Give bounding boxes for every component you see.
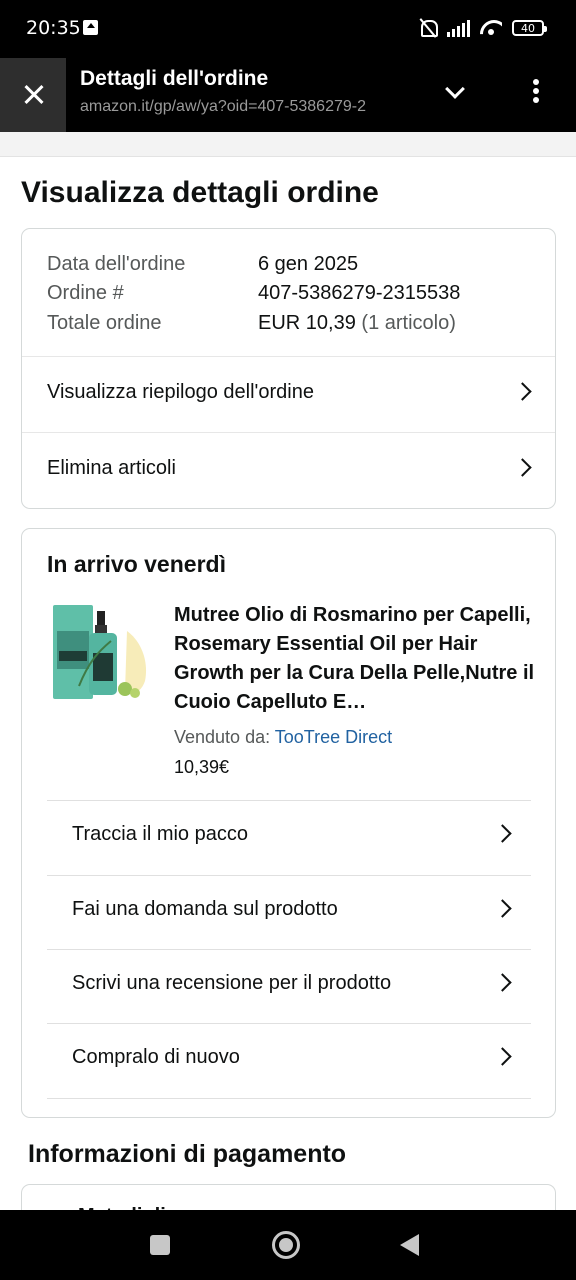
back-button[interactable] bbox=[400, 1234, 419, 1256]
chevron-right-icon bbox=[513, 458, 532, 477]
chevron-right-icon bbox=[493, 1047, 512, 1066]
seller-link[interactable]: TooTree Direct bbox=[275, 727, 392, 747]
product-image[interactable] bbox=[49, 601, 153, 705]
chevron-down-icon[interactable] bbox=[445, 79, 465, 99]
chevron-right-icon bbox=[493, 899, 512, 918]
chevron-right-icon bbox=[493, 824, 512, 843]
battery-level: 40 bbox=[521, 21, 535, 35]
payment-section-title: Informazioni di pagamento bbox=[28, 1140, 347, 1168]
write-review-label: Scrivi una recensione per il prodotto bbox=[72, 972, 392, 994]
browser-url[interactable]: amazon.it/gp/aw/ya?oid=407-5386279-2 bbox=[80, 98, 416, 116]
order-date-label: Data dell'ordine bbox=[47, 253, 186, 275]
order-total-value: EUR 10,39 (1 articolo) bbox=[258, 312, 456, 335]
track-package-link[interactable]: Traccia il mio pacco bbox=[47, 801, 531, 875]
sold-by-label: Venduto da: bbox=[174, 727, 271, 747]
buy-again-link[interactable]: Compralo di nuovo bbox=[47, 1024, 531, 1098]
chevron-right-icon bbox=[513, 382, 532, 401]
order-number-value: 407-5386279-2315538 bbox=[258, 282, 461, 304]
order-info-card: Data dell'ordine 6 gen 2025 Ordine # 407… bbox=[21, 228, 556, 509]
order-summary-label: Visualizza riepilogo dell'ordine bbox=[47, 381, 314, 403]
more-options-icon[interactable] bbox=[533, 79, 539, 105]
product-title[interactable]: Mutree Olio di Rosmarino per Capelli, Ro… bbox=[174, 601, 536, 717]
muted-bell-icon bbox=[419, 18, 438, 38]
page-top-strip bbox=[0, 132, 576, 157]
sold-by: Venduto da: TooTree Direct bbox=[174, 727, 392, 748]
order-item-count: (1 articolo) bbox=[361, 312, 456, 334]
signal-icon bbox=[447, 19, 470, 37]
order-summary-link[interactable]: Visualizza riepilogo dell'ordine bbox=[22, 357, 555, 431]
buy-again-label: Compralo di nuovo bbox=[72, 1046, 240, 1068]
delivery-heading: In arrivo venerdì bbox=[47, 551, 226, 577]
order-date-value: 6 gen 2025 bbox=[258, 253, 359, 275]
close-icon[interactable] bbox=[0, 58, 66, 132]
status-time: 20:35 bbox=[26, 17, 81, 39]
status-icons: 40 bbox=[419, 18, 547, 38]
remove-items-link[interactable]: Elimina articoli bbox=[22, 433, 555, 507]
shipment-card: In arrivo venerdì Mutree Olio di Rosmari… bbox=[21, 528, 556, 1118]
product-price: 10,39€ bbox=[174, 757, 230, 777]
upload-icon bbox=[83, 20, 98, 35]
remove-items-label: Elimina articoli bbox=[47, 457, 176, 479]
order-total-amount: EUR 10,39 bbox=[258, 312, 356, 334]
home-button[interactable] bbox=[272, 1231, 300, 1259]
page-title: Visualizza dettagli ordine bbox=[21, 176, 379, 209]
system-nav-bar bbox=[0, 1210, 576, 1280]
recent-apps-button[interactable] bbox=[150, 1235, 170, 1255]
order-total-label: Totale ordine bbox=[47, 312, 162, 334]
chevron-right-icon bbox=[493, 973, 512, 992]
write-review-link[interactable]: Scrivi una recensione per il prodotto bbox=[47, 950, 531, 1024]
wifi-icon bbox=[480, 20, 502, 36]
status-bar: 20:35 40 bbox=[0, 0, 576, 58]
ask-question-label: Fai una domanda sul prodotto bbox=[72, 898, 338, 920]
browser-title: Dettagli dell'ordine bbox=[80, 67, 269, 90]
battery-icon: 40 bbox=[512, 20, 547, 36]
divider bbox=[47, 1098, 531, 1099]
browser-toolbar: Dettagli dell'ordine amazon.it/gp/aw/ya?… bbox=[0, 58, 576, 132]
ask-question-link[interactable]: Fai una domanda sul prodotto bbox=[47, 876, 531, 950]
order-number-label: Ordine # bbox=[47, 282, 124, 304]
track-package-label: Traccia il mio pacco bbox=[72, 823, 248, 845]
